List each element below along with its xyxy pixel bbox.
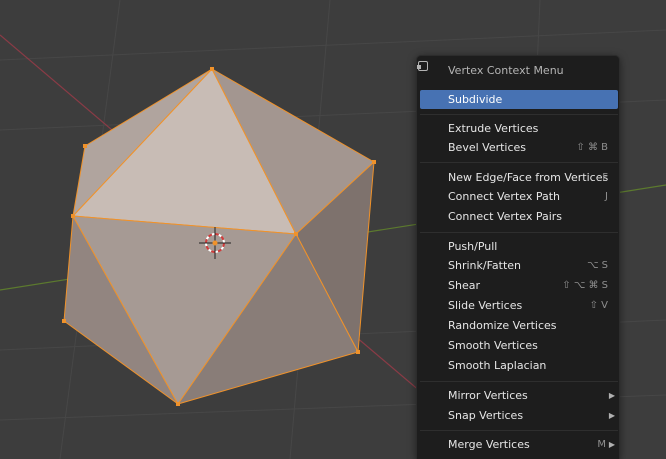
bevel-vertices-item[interactable]: Bevel Vertices ⇧ ⌘ B [420,138,618,157]
connect-vertex-path-label: Connect Vertex Path [448,190,560,203]
slide-vertices-item[interactable]: Slide Vertices ⇧ V [420,296,618,315]
shrink-fatten-item[interactable]: Shrink/Fatten ⌥ S [420,256,618,275]
icosphere-mesh[interactable] [63,68,375,405]
smooth-laplacian-label: Smooth Laplacian [448,359,547,372]
new-edge-face-label: New Edge/Face from Vertices [448,171,609,184]
smooth-laplacian-item[interactable]: Smooth Laplacian [420,356,618,375]
shear-item[interactable]: Shear ⇧ ⌥ ⌘ S [420,276,618,295]
extrude-vertices-label: Extrude Vertices [448,122,539,135]
new-edge-face-item[interactable]: New Edge/Face from Vertices F [420,168,618,187]
connect-vertex-path-item[interactable]: Connect Vertex Path J [420,187,618,206]
randomize-vertices-item[interactable]: Randomize Vertices [420,316,618,335]
vertex-context-menu: Vertex Context Menu Subdivide Extrude Ve… [416,55,620,459]
submenu-arrow-icon: ▶ [608,440,615,449]
new-edge-face-shortcut: F [602,172,608,183]
bevel-shortcut: ⇧ ⌘ B [576,142,608,153]
snap-vertices-label: Snap Vertices [448,409,524,422]
menu-separator [420,162,618,163]
shrink-fatten-label: Shrink/Fatten [448,259,522,272]
push-pull-label: Push/Pull [448,240,498,253]
merge-vertices-label: Merge Vertices [448,438,530,451]
randomize-vertices-label: Randomize Vertices [448,319,557,332]
submenu-arrow-icon: ▶ [608,411,615,420]
shear-label: Shear [448,279,480,292]
menu-separator [420,430,618,431]
smooth-vertices-label: Smooth Vertices [448,339,538,352]
snap-vertices-item[interactable]: Snap Vertices ▶ [420,406,618,425]
mirror-vertices-item[interactable]: Mirror Vertices ▶ [420,386,618,405]
smooth-vertices-item[interactable]: Smooth Vertices [420,336,618,355]
menu-header: Vertex Context Menu [417,60,619,82]
subdivide-label: Subdivide [448,93,503,106]
connect-vertex-pairs-label: Connect Vertex Pairs [448,210,563,223]
3d-viewport[interactable]: Vertex Context Menu Subdivide Extrude Ve… [0,0,666,459]
shear-shortcut: ⇧ ⌥ ⌘ S [562,280,608,291]
menu-separator [420,114,618,115]
mirror-vertices-label: Mirror Vertices [448,389,528,402]
submenu-arrow-icon: ▶ [608,391,615,400]
connect-vertex-pairs-item[interactable]: Connect Vertex Pairs [420,207,618,226]
menu-title: Vertex Context Menu [448,64,564,77]
slide-vertices-shortcut: ⇧ V [589,300,608,311]
slide-vertices-label: Slide Vertices [448,299,523,312]
subdivide-item[interactable]: Subdivide [420,90,618,109]
merge-vertices-item[interactable]: Merge Vertices M ▶ [420,435,618,454]
connect-vertex-path-shortcut: J [605,191,608,202]
extrude-vertices-item[interactable]: Extrude Vertices [420,119,618,138]
menu-separator [420,232,618,233]
merge-vertices-shortcut: M [597,439,606,450]
shrink-fatten-shortcut: ⌥ S [586,260,608,271]
menu-separator [420,381,618,382]
vertex-menu-icon [417,61,428,71]
bevel-vertices-label: Bevel Vertices [448,141,527,154]
push-pull-item[interactable]: Push/Pull [420,237,618,256]
